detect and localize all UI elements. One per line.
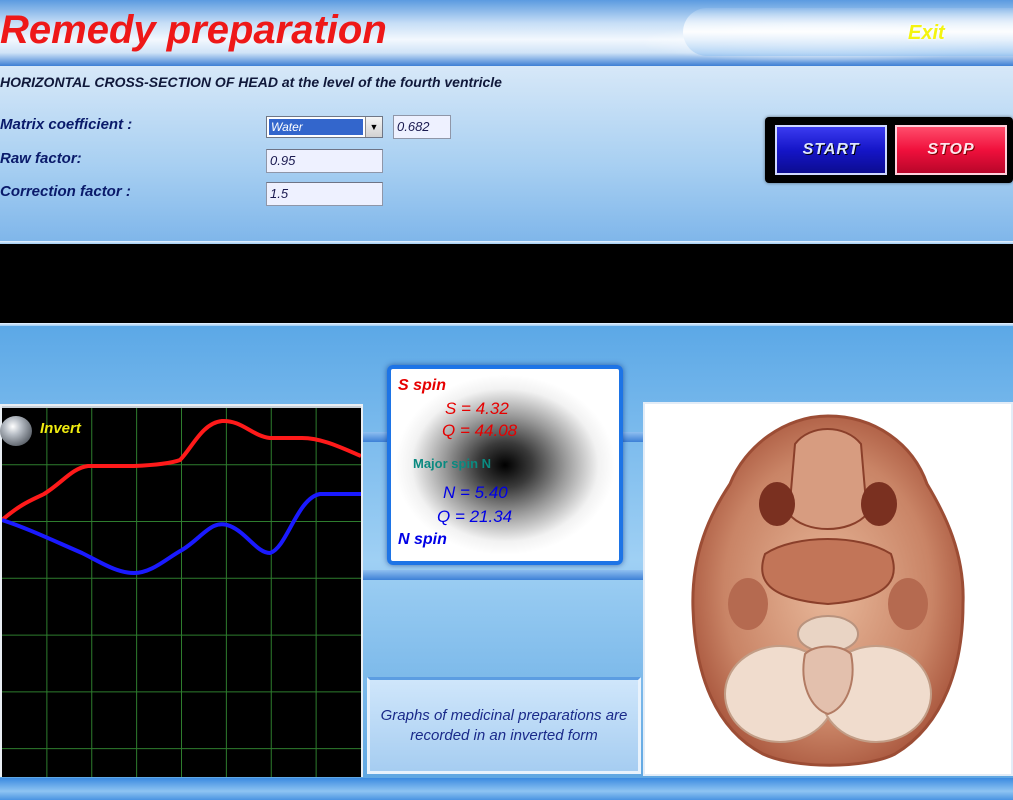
header: Remedy preparation Exit [0, 0, 1013, 66]
note-panel: Graphs of medicinal preparations are rec… [367, 677, 641, 774]
s-spin-q: Q = 44.08 [442, 421, 518, 440]
matrix-select-value: Water [269, 119, 363, 135]
connector [363, 570, 645, 580]
section-subtitle: HORIZONTAL CROSS-SECTION OF HEAD at the … [0, 74, 502, 90]
matrix-value-field[interactable]: 0.682 [393, 115, 451, 139]
matrix-coefficient-label: Matrix coefficient : [0, 116, 133, 133]
correction-factor-label: Correction factor : [0, 183, 131, 200]
correction-factor-field[interactable]: 1.5 [266, 182, 383, 206]
matrix-select[interactable]: Water ▼ [266, 116, 383, 138]
invert-label: Invert [40, 420, 81, 437]
settings-panel: HORIZONTAL CROSS-SECTION OF HEAD at the … [0, 66, 1013, 242]
spin-graph [2, 408, 361, 777]
invert-toggle[interactable] [0, 416, 32, 446]
connector [623, 432, 645, 442]
raw-factor-field[interactable]: 0.95 [266, 149, 383, 173]
s-spin-value: S = 4.32 [445, 399, 509, 418]
note-text: Graphs of medicinal preparations are rec… [380, 706, 628, 744]
exit-button[interactable]: Exit [908, 22, 945, 45]
bottom-strip [0, 778, 1013, 800]
n-spin-q: Q = 21.34 [437, 507, 513, 526]
n-spin-title: N spin [398, 531, 447, 548]
control-buttons: START STOP [765, 117, 1013, 183]
chevron-down-icon[interactable]: ▼ [365, 117, 382, 137]
n-spin-value: N = 5.40 [443, 483, 508, 502]
divider [0, 323, 1013, 326]
stop-button[interactable]: STOP [895, 125, 1007, 175]
graph-grid [2, 408, 361, 777]
s-spin-title: S spin [398, 377, 447, 394]
start-button[interactable]: START [775, 125, 887, 175]
raw-factor-label: Raw factor: [0, 150, 82, 167]
app-title: Remedy preparation [0, 8, 387, 52]
image-panel [643, 402, 1013, 776]
header-shine [683, 8, 1013, 56]
display-band [0, 244, 1013, 323]
major-spin-label: Major spin N [413, 456, 492, 471]
head-cross-section-image [691, 414, 965, 767]
spin-panel: S spin S = 4.32 Q = 44.08 Major spin N N… [387, 365, 623, 565]
graph-panel [0, 404, 363, 777]
connector [363, 432, 389, 442]
